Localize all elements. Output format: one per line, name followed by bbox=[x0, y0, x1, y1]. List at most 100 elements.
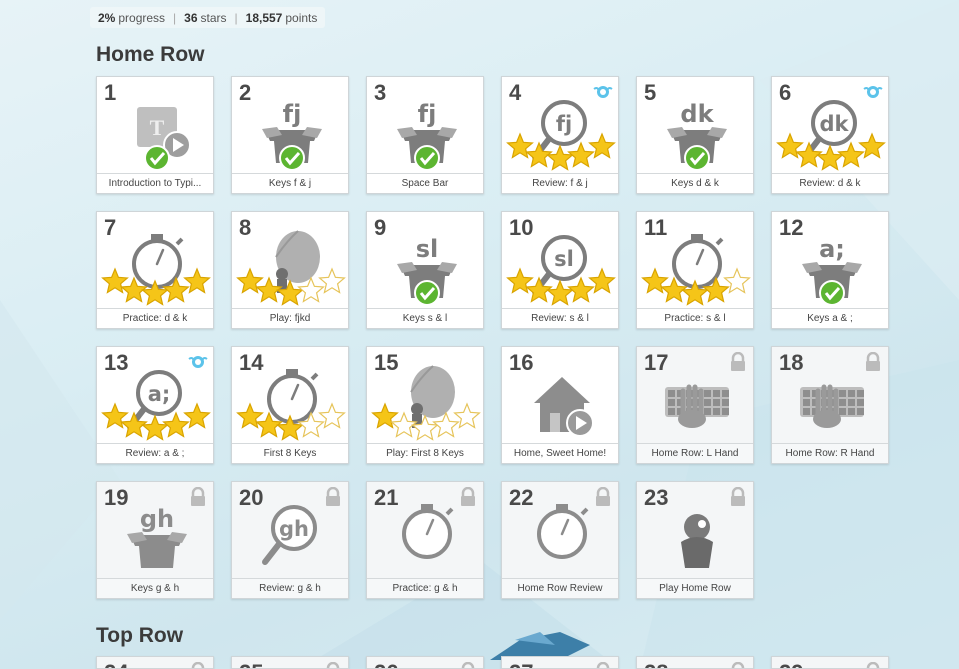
lesson-tile-14[interactable]: 14 First 8 Keys bbox=[231, 346, 349, 464]
star-icon bbox=[588, 132, 616, 159]
lesson-number: 4 bbox=[509, 80, 522, 105]
svg-text:a;: a; bbox=[148, 382, 171, 406]
lesson-tile-9[interactable]: sl 9 Keys s & l bbox=[366, 211, 484, 329]
check-icon bbox=[819, 280, 845, 306]
lesson-number: 16 bbox=[509, 350, 534, 375]
lesson-number: 7 bbox=[104, 215, 117, 240]
lesson-number: 12 bbox=[779, 215, 804, 240]
lesson-tile-10[interactable]: sl 10 Review: s & l bbox=[501, 211, 619, 329]
lesson-tile-28[interactable]: 28 bbox=[636, 656, 754, 669]
lesson-label: Play: fjkd bbox=[232, 308, 348, 328]
lesson-tile-8[interactable]: 8 Play: fjkd bbox=[231, 211, 349, 329]
check-icon bbox=[414, 280, 440, 306]
check-icon bbox=[279, 145, 305, 171]
lesson-tile-5[interactable]: dk 5 Keys d & k bbox=[636, 76, 754, 194]
lesson-number: 2 bbox=[239, 80, 252, 105]
lesson-tile-27[interactable]: 27 bbox=[501, 656, 619, 669]
lesson-label: First 8 Keys bbox=[232, 443, 348, 463]
lock-icon bbox=[596, 487, 610, 506]
lock-icon bbox=[731, 662, 745, 668]
lesson-label: Play: First 8 Keys bbox=[367, 443, 483, 463]
check-icon bbox=[684, 145, 710, 171]
lesson-tile-21[interactable]: 21 Practice: g & h bbox=[366, 481, 484, 599]
wings-badge-icon bbox=[188, 356, 208, 368]
lesson-tile-7[interactable]: 7 Practice: d & k bbox=[96, 211, 214, 329]
lesson-tile-23[interactable]: 23 Play Home Row bbox=[636, 481, 754, 599]
divider: | bbox=[234, 10, 238, 25]
lesson-label: Review: g & h bbox=[232, 578, 348, 598]
points-label: points bbox=[285, 10, 318, 25]
lesson-number: 17 bbox=[644, 350, 669, 375]
lesson-number: 20 bbox=[239, 485, 264, 510]
star-icon bbox=[567, 276, 595, 303]
lesson-tile-25[interactable]: 25 bbox=[231, 656, 349, 669]
lock-icon bbox=[866, 352, 880, 371]
lesson-tile-24[interactable]: 24 bbox=[96, 656, 214, 669]
points-value: 18,557 bbox=[245, 10, 283, 25]
star-icon bbox=[183, 402, 211, 429]
progress-label: progress bbox=[118, 10, 166, 25]
lesson-number: 27 bbox=[509, 660, 533, 668]
wings-badge-icon bbox=[593, 86, 613, 98]
svg-text:gh: gh bbox=[279, 517, 309, 541]
lesson-tile-12[interactable]: a; 12 Keys a & ; bbox=[771, 211, 889, 329]
lesson-tile-13[interactable]: a; 13 Review: a & ; bbox=[96, 346, 214, 464]
lesson-label: Review: s & l bbox=[502, 308, 618, 328]
lesson-tile-22[interactable]: 22 Home Row Review bbox=[501, 481, 619, 599]
lock-icon bbox=[866, 662, 880, 668]
lesson-number: 10 bbox=[509, 215, 534, 240]
svg-text:fj: fj bbox=[283, 100, 302, 128]
lock-icon bbox=[731, 487, 745, 506]
star-icon bbox=[162, 411, 190, 438]
lesson-tile-6[interactable]: dk 6 Review: d & k bbox=[771, 76, 889, 194]
lesson-label: Introduction to Typi... bbox=[97, 173, 213, 193]
star-icon bbox=[858, 132, 886, 159]
section-title-home-row: Home Row bbox=[96, 43, 205, 66]
lesson-tile-18[interactable]: 18 Home Row: R Hand bbox=[771, 346, 889, 464]
lesson-number: 26 bbox=[374, 660, 398, 668]
lesson-number: 28 bbox=[644, 660, 668, 668]
lock-icon bbox=[461, 487, 475, 506]
star-icon bbox=[816, 144, 844, 171]
svg-text:sl: sl bbox=[554, 247, 574, 271]
lesson-tile-29[interactable]: 29 bbox=[771, 656, 889, 669]
lesson-label: Home Row Review bbox=[502, 578, 618, 598]
lesson-number: 24 bbox=[104, 660, 128, 668]
lesson-number: 1 bbox=[104, 80, 117, 105]
svg-text:a;: a; bbox=[819, 235, 845, 263]
lesson-tile-1[interactable]: T 1 Introduction to Typi... bbox=[96, 76, 214, 194]
section-title-top-row: Top Row bbox=[96, 624, 184, 647]
lesson-number: 11 bbox=[644, 215, 668, 240]
divider: | bbox=[173, 10, 177, 25]
star-icon bbox=[546, 144, 574, 171]
svg-text:sl: sl bbox=[416, 235, 439, 263]
lesson-label: Keys f & j bbox=[232, 173, 348, 193]
star-icon bbox=[588, 267, 616, 294]
lesson-tile-26[interactable]: 26 bbox=[366, 656, 484, 669]
star-icon bbox=[723, 267, 751, 294]
lesson-tile-11[interactable]: 11 Practice: s & l bbox=[636, 211, 754, 329]
lesson-tile-3[interactable]: fj 3 Space Bar bbox=[366, 76, 484, 194]
lesson-tile-17[interactable]: 17 Home Row: L Hand bbox=[636, 346, 754, 464]
svg-text:fj: fj bbox=[556, 112, 572, 136]
lesson-number: 23 bbox=[644, 485, 669, 510]
lesson-tile-2[interactable]: fj 2 Keys f & j bbox=[231, 76, 349, 194]
lesson-tile-16[interactable]: 16 Home, Sweet Home! bbox=[501, 346, 619, 464]
lock-icon bbox=[461, 662, 475, 668]
lesson-tile-15[interactable]: 15 Play: First 8 Keys bbox=[366, 346, 484, 464]
lesson-number: 9 bbox=[374, 215, 387, 240]
star-icon bbox=[837, 141, 865, 168]
lesson-tile-20[interactable]: gh 20 Review: g & h bbox=[231, 481, 349, 599]
lesson-label: Review: f & j bbox=[502, 173, 618, 193]
lesson-number: 21 bbox=[374, 485, 399, 510]
lesson-number: 25 bbox=[239, 660, 263, 668]
lock-icon bbox=[596, 662, 610, 668]
lesson-tile-19[interactable]: gh 19 Keys g & h bbox=[96, 481, 214, 599]
lock-icon bbox=[731, 352, 745, 371]
lesson-tile-4[interactable]: fj 4 Review: f & j bbox=[501, 76, 619, 194]
lock-icon bbox=[326, 487, 340, 506]
lock-icon bbox=[191, 662, 205, 668]
lock-icon bbox=[191, 487, 205, 506]
lesson-label: Keys s & l bbox=[367, 308, 483, 328]
svg-text:dk: dk bbox=[680, 100, 714, 128]
